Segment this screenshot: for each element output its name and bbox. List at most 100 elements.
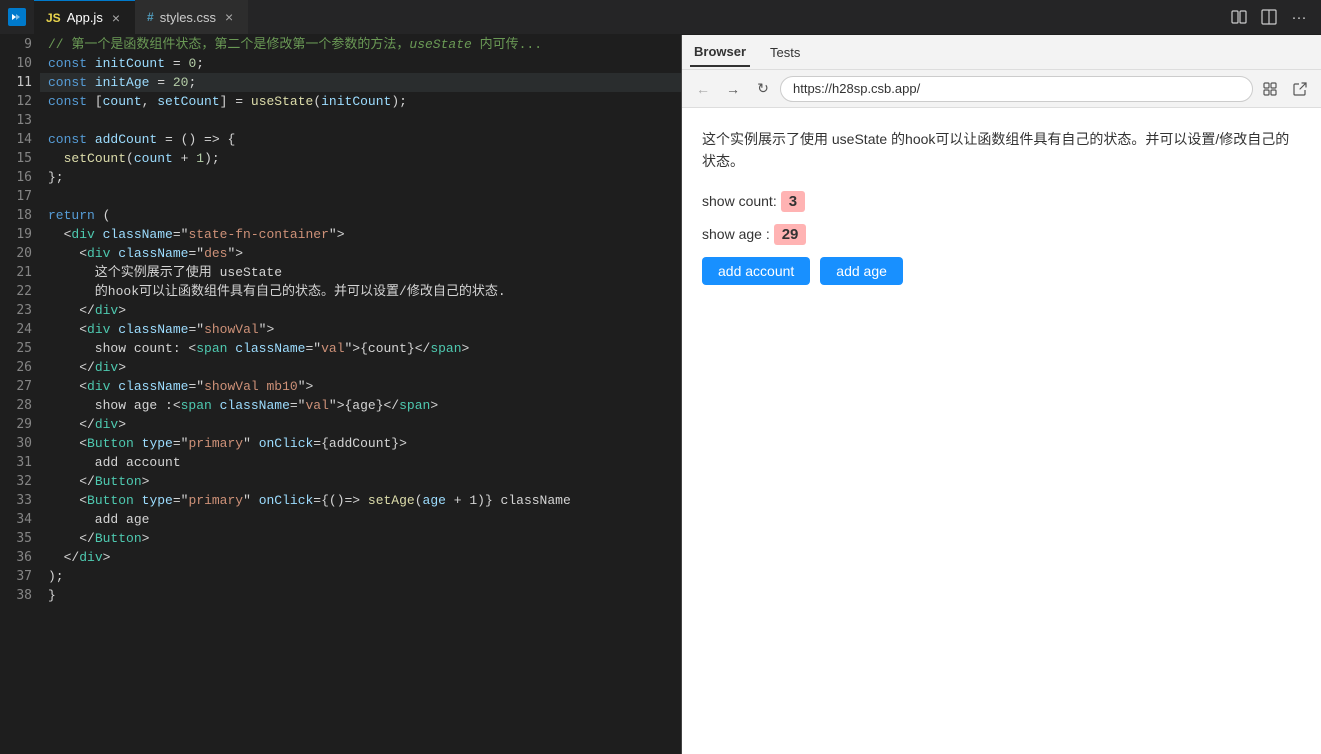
layout-icon[interactable] bbox=[1255, 3, 1283, 31]
code-content: // 第一个是函数组件状态，第二个是修改第一个参数的方法，useState 内可… bbox=[40, 35, 681, 605]
show-count-row: show count: 3 bbox=[702, 191, 1301, 212]
nav-forward-button[interactable]: → bbox=[720, 76, 746, 102]
line-num-25: 25 bbox=[0, 339, 40, 358]
code-line-24: <div className="showVal"> bbox=[40, 320, 681, 339]
code-line-29: </div> bbox=[40, 415, 681, 434]
line-num-22: 22 bbox=[0, 282, 40, 301]
code-line-26: </div> bbox=[40, 358, 681, 377]
code-line-28: show age :<span className="val">{age}</s… bbox=[40, 396, 681, 415]
code-line-10: const initCount = 0; bbox=[40, 54, 681, 73]
line-num-17: 17 bbox=[0, 187, 40, 206]
code-line-18: return ( bbox=[40, 206, 681, 225]
tab-app-js-label: App.js bbox=[67, 10, 103, 25]
line-num-20: 20 bbox=[0, 244, 40, 263]
line-num-15: 15 bbox=[0, 149, 40, 168]
main-area: 9 10 11 12 13 14 15 16 17 18 19 20 21 22… bbox=[0, 35, 1321, 754]
code-line-23: </div> bbox=[40, 301, 681, 320]
nav-refresh-button[interactable]: ↻ bbox=[750, 76, 776, 102]
code-line-25: show count: <span className="val">{count… bbox=[40, 339, 681, 358]
nav-back-button[interactable]: ← bbox=[690, 76, 716, 102]
code-line-33: <Button type="primary" onClick={()=> set… bbox=[40, 491, 681, 510]
tab-bar-right-actions: ··· bbox=[1225, 0, 1321, 34]
add-age-button[interactable]: add age bbox=[820, 257, 903, 285]
line-numbers: 9 10 11 12 13 14 15 16 17 18 19 20 21 22… bbox=[0, 35, 40, 754]
browser-settings-icon[interactable] bbox=[1257, 76, 1283, 102]
browser-tabs: Browser Tests bbox=[682, 35, 1321, 70]
code-line-37: ); bbox=[40, 567, 681, 586]
tab-app-js[interactable]: JS App.js × bbox=[34, 0, 135, 34]
code-line-13 bbox=[40, 111, 681, 130]
code-line-12: const [count, setCount] = useState(initC… bbox=[40, 92, 681, 111]
line-num-28: 28 bbox=[0, 396, 40, 415]
code-line-35: </Button> bbox=[40, 529, 681, 548]
line-num-34: 34 bbox=[0, 510, 40, 529]
code-line-20: <div className="des"> bbox=[40, 244, 681, 263]
line-num-31: 31 bbox=[0, 453, 40, 472]
line-num-33: 33 bbox=[0, 491, 40, 510]
tab-styles-css[interactable]: # styles.css × bbox=[135, 0, 248, 34]
button-row: add account add age bbox=[702, 257, 1301, 285]
tab-app-js-close[interactable]: × bbox=[109, 8, 123, 28]
code-line-36: </div> bbox=[40, 548, 681, 567]
line-num-18: 18 bbox=[0, 206, 40, 225]
line-num-26: 26 bbox=[0, 358, 40, 377]
line-num-23: 23 bbox=[0, 301, 40, 320]
line-num-35: 35 bbox=[0, 529, 40, 548]
line-num-9: 9 bbox=[0, 35, 40, 54]
line-num-19: 19 bbox=[0, 225, 40, 244]
add-account-button[interactable]: add account bbox=[702, 257, 810, 285]
line-num-36: 36 bbox=[0, 548, 40, 567]
show-count-label: show count: bbox=[702, 193, 777, 209]
line-num-30: 30 bbox=[0, 434, 40, 453]
code-line-22: 的hook可以让函数组件具有自己的状态。并可以设置/修改自己的状态. bbox=[40, 282, 681, 301]
code-line-27: <div className="showVal mb10"> bbox=[40, 377, 681, 396]
code-line-21: 这个实例展示了使用 useState bbox=[40, 263, 681, 282]
css-icon: # bbox=[147, 10, 154, 24]
tab-styles-css-close[interactable]: × bbox=[222, 7, 236, 27]
line-num-27: 27 bbox=[0, 377, 40, 396]
line-num-24: 24 bbox=[0, 320, 40, 339]
browser-content: 这个实例展示了使用 useState 的hook可以让函数组件具有自己的状态。并… bbox=[682, 108, 1321, 754]
code-line-38: } bbox=[40, 586, 681, 605]
line-num-10: 10 bbox=[0, 54, 40, 73]
tabs-container: JS App.js × # styles.css × bbox=[34, 0, 248, 34]
code-line-15: setCount(count + 1); bbox=[40, 149, 681, 168]
line-num-37: 37 bbox=[0, 567, 40, 586]
code-line-30: <Button type="primary" onClick={addCount… bbox=[40, 434, 681, 453]
line-num-21: 21 bbox=[0, 263, 40, 282]
code-line-31: add account bbox=[40, 453, 681, 472]
code-editor[interactable]: // 第一个是函数组件状态，第二个是修改第一个参数的方法，useState 内可… bbox=[40, 35, 681, 754]
line-num-12: 12 bbox=[0, 92, 40, 111]
tab-styles-css-label: styles.css bbox=[160, 10, 216, 25]
code-line-34: add age bbox=[40, 510, 681, 529]
line-num-13: 13 bbox=[0, 111, 40, 130]
url-bar[interactable] bbox=[780, 76, 1253, 102]
tab-bar: JS App.js × # styles.css × ··· bbox=[0, 0, 1321, 35]
code-line-19: <div className="state-fn-container"> bbox=[40, 225, 681, 244]
vscode-logo bbox=[8, 8, 26, 26]
browser-open-icon[interactable] bbox=[1287, 76, 1313, 102]
split-editor-icon[interactable] bbox=[1225, 3, 1253, 31]
line-num-32: 32 bbox=[0, 472, 40, 491]
browser-nav: ← → ↻ bbox=[682, 70, 1321, 108]
js-icon: JS bbox=[46, 11, 61, 25]
code-line-11: const initAge = 20; bbox=[40, 73, 681, 92]
line-num-29: 29 bbox=[0, 415, 40, 434]
line-num-16: 16 bbox=[0, 168, 40, 187]
line-num-11: 11 bbox=[0, 73, 40, 92]
code-line-14: const addCount = () => { bbox=[40, 130, 681, 149]
tab-browser[interactable]: Browser bbox=[690, 38, 750, 67]
tab-tests[interactable]: Tests bbox=[766, 39, 804, 66]
browser-panel: Browser Tests ← → ↻ bbox=[681, 35, 1321, 754]
description-text: 这个实例展示了使用 useState 的hook可以让函数组件具有自己的状态。并… bbox=[702, 128, 1301, 173]
line-num-38: 38 bbox=[0, 586, 40, 605]
more-options-icon[interactable]: ··· bbox=[1285, 3, 1313, 31]
code-line-32: </Button> bbox=[40, 472, 681, 491]
count-value: 3 bbox=[781, 191, 805, 212]
code-line-16: }; bbox=[40, 168, 681, 187]
show-age-label: show age : bbox=[702, 226, 770, 242]
code-line-9: // 第一个是函数组件状态，第二个是修改第一个参数的方法，useState 内可… bbox=[40, 35, 681, 54]
line-num-14: 14 bbox=[0, 130, 40, 149]
nav-actions bbox=[1257, 76, 1313, 102]
age-value: 29 bbox=[774, 224, 807, 245]
